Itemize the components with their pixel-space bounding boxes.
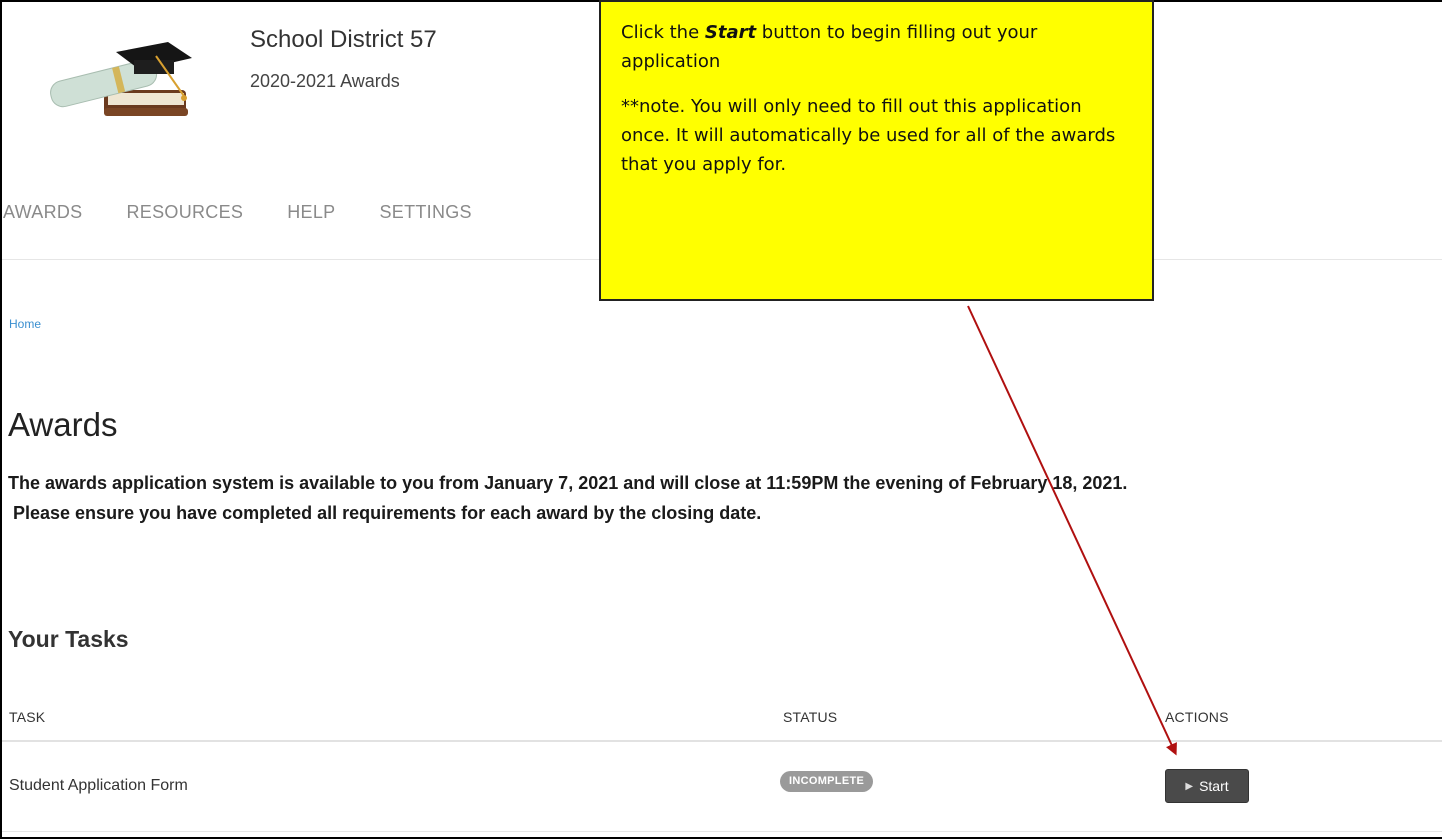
nav-resources[interactable]: RESOURCES (126, 202, 243, 226)
start-button[interactable]: ▶ Start (1165, 769, 1249, 803)
site-name: School District 57 (250, 26, 437, 53)
callout-text-prefix: Click the (621, 22, 705, 43)
breadcrumb-home[interactable]: Home (9, 317, 41, 331)
callout-text-emphasis: Start (704, 22, 757, 43)
availability-notice: The awards application system is availab… (8, 468, 1442, 528)
graduation-cap-diploma-book-icon (50, 42, 192, 116)
instruction-callout: Click the Start button to begin filling … (599, 0, 1154, 301)
task-name: Student Application Form (9, 777, 188, 794)
nav-help[interactable]: HELP (287, 202, 335, 226)
start-button-label: Start (1199, 778, 1229, 794)
status-badge: INCOMPLETE (780, 771, 874, 792)
notice-line-1: The awards application system is availab… (8, 473, 1128, 493)
column-header-actions: ACTIONS (1165, 709, 1229, 725)
column-header-status: STATUS (783, 709, 838, 725)
callout-instruction: Click the Start button to begin filling … (621, 18, 1132, 76)
notice-line-2: Please ensure you have completed all req… (13, 503, 762, 523)
callout-note: **note. You will only need to fill out t… (621, 96, 1116, 175)
play-icon: ▶ (1185, 780, 1194, 792)
tasks-section-title: Your Tasks (8, 626, 129, 652)
nav-settings[interactable]: SETTINGS (379, 202, 471, 226)
column-header-task: TASK (9, 709, 46, 725)
page-title: Awards (8, 406, 118, 443)
main-nav: AWARDS RESOURCES HELP SETTINGS (2, 202, 516, 226)
table-row-divider (2, 831, 1442, 832)
nav-awards[interactable]: AWARDS (3, 202, 82, 226)
site-subtitle: 2020-2021 Awards (250, 71, 400, 91)
table-header-divider (2, 740, 1442, 742)
